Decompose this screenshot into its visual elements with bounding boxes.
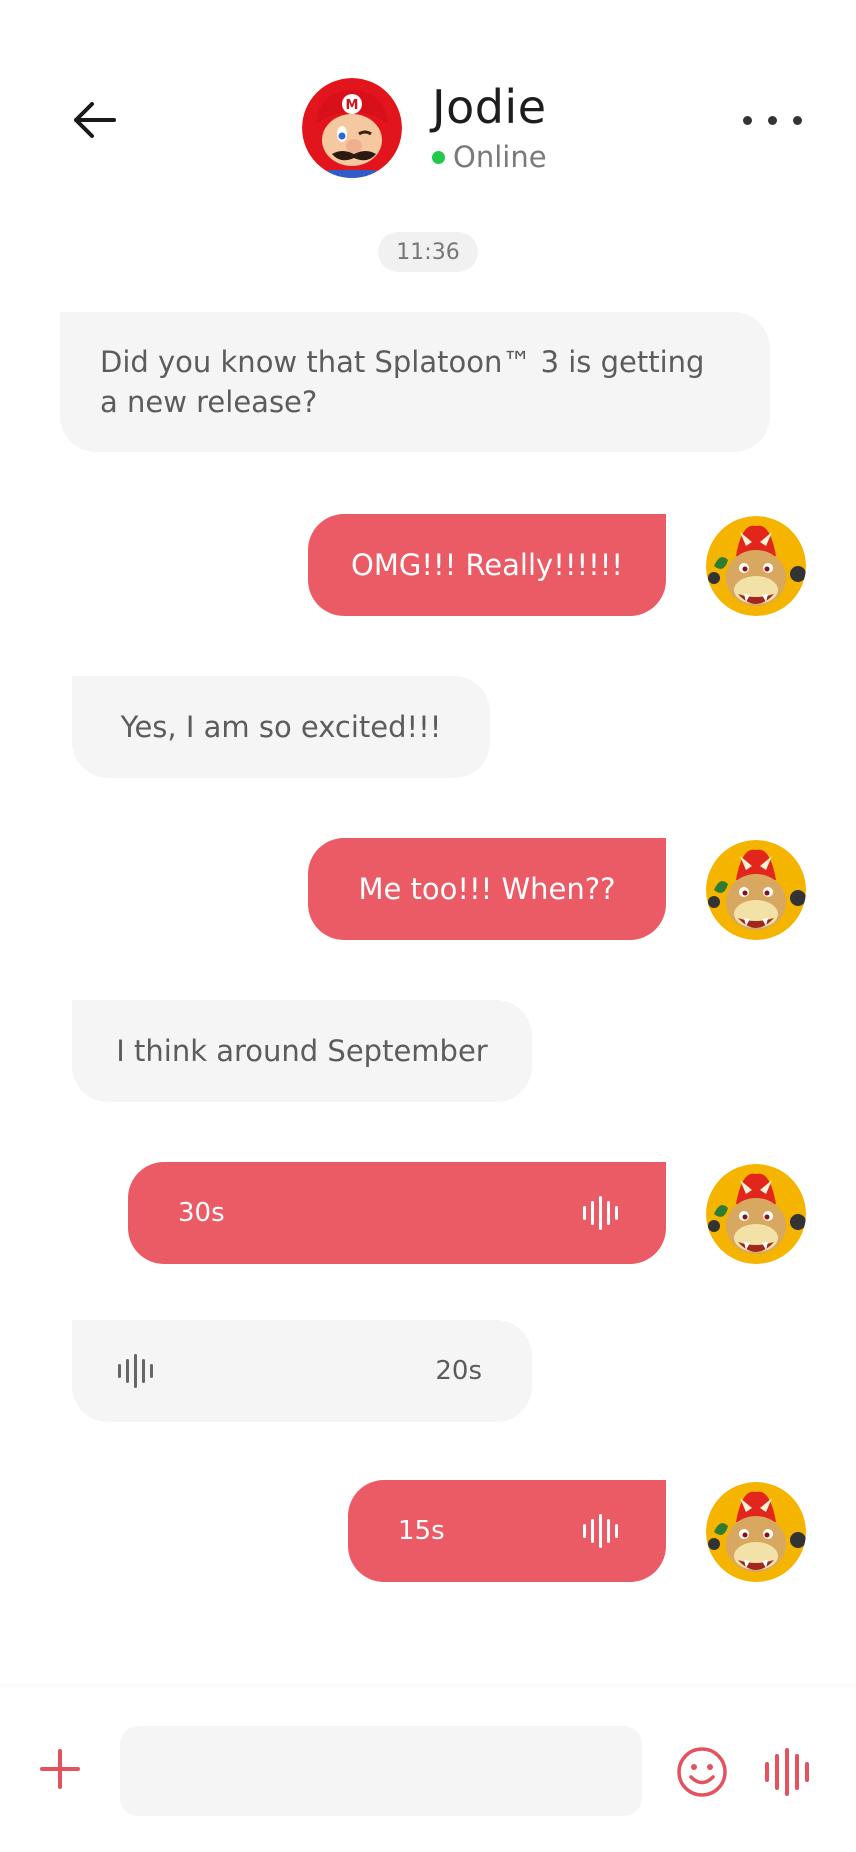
outgoing-voice-message[interactable]: 15s [348, 1480, 666, 1582]
voice-wave-icon [583, 1195, 618, 1231]
back-arrow-icon [74, 102, 116, 138]
message-timestamp: 11:36 [378, 232, 478, 272]
bowser-avatar-image [706, 1482, 806, 1582]
contact-name: Jodie [432, 80, 547, 134]
incoming-message-bubble[interactable]: I think around September [72, 1000, 532, 1102]
more-options-button[interactable] [724, 100, 820, 140]
message-text: OMG!!! Really!!!!!! [351, 548, 623, 582]
svg-text:M: M [346, 98, 359, 113]
outgoing-message-bubble[interactable]: Me too!!! When?? [308, 838, 666, 940]
mario-avatar-image: M [302, 78, 402, 178]
online-status: Online [432, 140, 547, 174]
plus-icon [40, 1749, 80, 1789]
voice-record-button[interactable] [762, 1746, 812, 1798]
user-avatar[interactable] [706, 516, 806, 616]
bowser-avatar-image [706, 516, 806, 616]
voice-wave-icon [118, 1353, 153, 1389]
incoming-message-bubble[interactable]: Did you know that Splatoon™ 3 is getting… [60, 312, 770, 452]
status-label: Online [453, 140, 547, 174]
message-text: Me too!!! When?? [358, 872, 616, 906]
user-avatar[interactable] [706, 1482, 806, 1582]
outgoing-voice-message[interactable]: 30s [128, 1162, 666, 1264]
message-text: Yes, I am so excited!!! [120, 710, 442, 744]
user-avatar[interactable] [706, 840, 806, 940]
bowser-avatar-image [706, 1164, 806, 1264]
emoji-button[interactable] [676, 1746, 728, 1798]
voice-duration: 20s [435, 1356, 482, 1386]
voice-duration: 30s [178, 1198, 225, 1228]
voice-wave-icon [583, 1513, 618, 1549]
composer-divider [0, 1684, 856, 1690]
message-text: Did you know that Splatoon™ 3 is getting… [100, 345, 705, 419]
outgoing-message-bubble[interactable]: OMG!!! Really!!!!!! [308, 514, 666, 616]
voice-duration: 15s [398, 1516, 445, 1546]
more-dots-icon [742, 115, 752, 125]
message-text: I think around September [116, 1034, 488, 1068]
user-avatar[interactable] [706, 1164, 806, 1264]
back-button[interactable] [64, 92, 124, 148]
attach-button[interactable] [36, 1745, 84, 1793]
bowser-avatar-image [706, 840, 806, 940]
online-dot-icon [432, 150, 445, 164]
contact-avatar[interactable]: M [302, 78, 402, 178]
incoming-message-bubble[interactable]: Yes, I am so excited!!! [72, 676, 490, 778]
voice-wave-icon [765, 1762, 769, 1782]
emoji-icon [677, 1747, 727, 1797]
incoming-voice-message[interactable]: 20s [72, 1320, 532, 1422]
message-input[interactable] [120, 1726, 642, 1816]
